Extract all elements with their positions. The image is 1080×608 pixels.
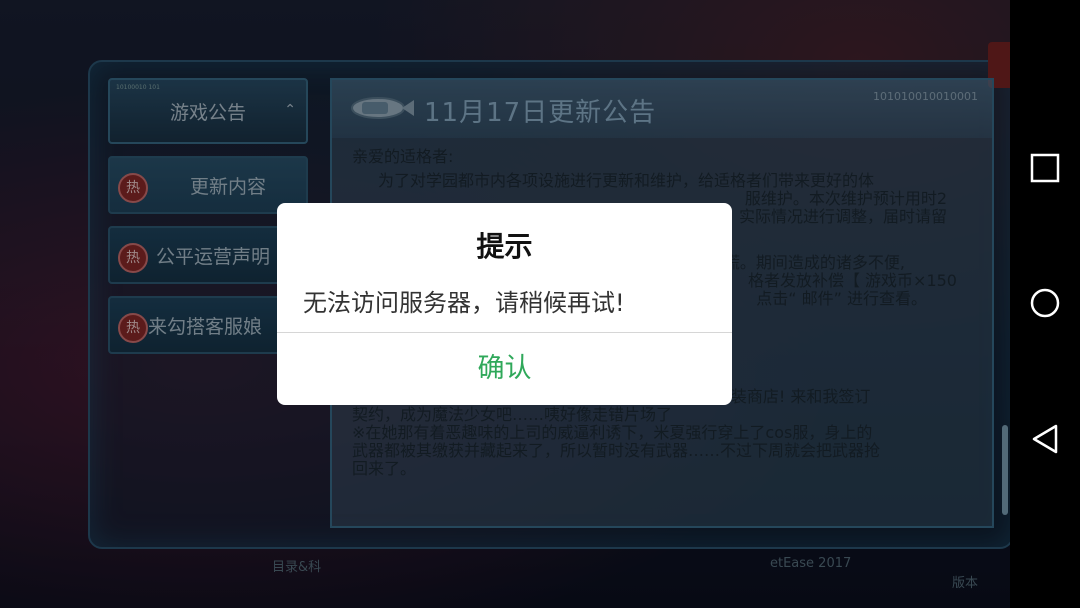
back-triangle-icon[interactable] bbox=[1030, 424, 1060, 454]
square-icon[interactable] bbox=[1030, 153, 1060, 183]
system-nav-bar bbox=[1010, 0, 1080, 608]
dialog-message: 无法访问服务器，请稍候再试! bbox=[303, 289, 625, 317]
alert-dialog: 提示 无法访问服务器，请稍候再试! 确认 bbox=[277, 203, 732, 405]
dialog-title: 提示 bbox=[476, 230, 533, 263]
circle-icon[interactable] bbox=[1030, 288, 1060, 318]
confirm-button[interactable]: 确认 bbox=[277, 333, 732, 405]
